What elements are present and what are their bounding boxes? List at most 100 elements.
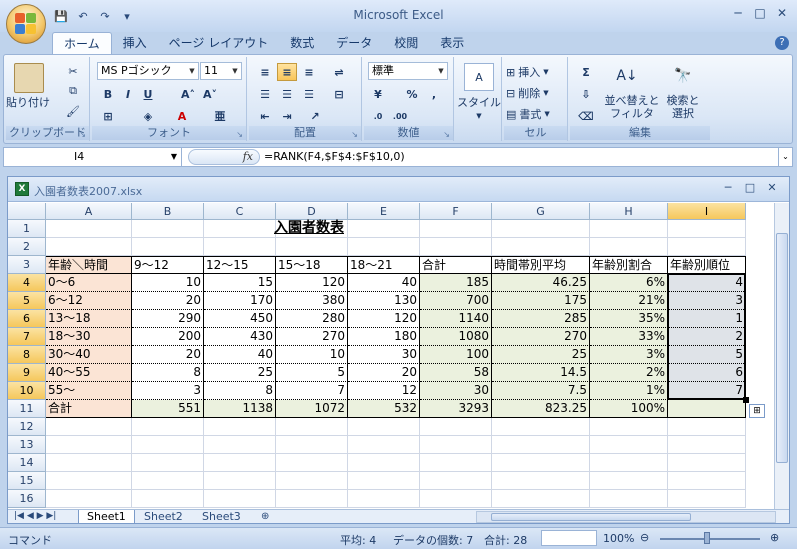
sheet-nav-icon[interactable]: |◀ ◀ ▶ ▶| <box>10 510 60 524</box>
cell[interactable] <box>46 418 132 436</box>
cell[interactable] <box>348 472 420 490</box>
cell[interactable] <box>204 490 276 508</box>
maximize-icon[interactable]: □ <box>749 4 771 22</box>
style-label[interactable]: スタイル <box>456 95 502 109</box>
cell[interactable] <box>492 436 590 454</box>
cell[interactable] <box>46 238 132 256</box>
orientation-button[interactable]: ↗ <box>305 107 325 125</box>
help-icon[interactable]: ? <box>775 36 789 50</box>
column-header-H[interactable]: H <box>590 203 668 220</box>
wrap-text-button[interactable]: ⇌ <box>329 63 349 81</box>
font-size-combo[interactable]: 11 ▼ <box>200 62 242 80</box>
column-header-G[interactable]: G <box>492 203 590 220</box>
percent-button[interactable]: % <box>402 85 422 103</box>
row-header-9[interactable]: 9 <box>8 364 46 382</box>
align-right-button[interactable]: ☰ <box>299 85 319 103</box>
cell[interactable] <box>590 418 668 436</box>
office-button[interactable] <box>6 4 46 44</box>
align-middle-button[interactable]: ≡ <box>277 63 297 81</box>
style-dropdown-icon[interactable]: ▼ <box>456 111 502 121</box>
zoom-level[interactable]: 100% <box>603 532 634 545</box>
number-launcher-icon[interactable]: ↘ <box>443 128 450 142</box>
fill-button[interactable]: ⇩ <box>576 85 596 103</box>
cell[interactable] <box>46 490 132 508</box>
insert-sheet-icon[interactable]: ⊕ <box>253 510 277 524</box>
row-header-2[interactable]: 2 <box>8 238 46 256</box>
find-select-button[interactable]: 検索と 選択 <box>660 93 706 121</box>
font-color-button[interactable]: A <box>172 107 192 125</box>
row-header-1[interactable]: 1 <box>8 220 46 238</box>
cell[interactable] <box>132 454 204 472</box>
row-header-4[interactable]: 4 <box>8 274 46 292</box>
cell[interactable] <box>132 472 204 490</box>
tab-4[interactable]: データ <box>325 32 383 54</box>
sort-filter-button[interactable]: 並べ替えと フィルタ <box>604 93 660 121</box>
increase-indent-button[interactable]: ⇥ <box>277 107 297 125</box>
cell[interactable] <box>420 472 492 490</box>
row-header-16[interactable]: 16 <box>8 490 46 508</box>
row-header-15[interactable]: 15 <box>8 472 46 490</box>
tab-6[interactable]: 表示 <box>429 32 475 54</box>
view-buttons[interactable] <box>541 530 597 546</box>
cell[interactable] <box>420 418 492 436</box>
column-header-F[interactable]: F <box>420 203 492 220</box>
column-header-D[interactable]: D <box>276 203 348 220</box>
sheet-tab-1[interactable]: Sheet1 <box>78 510 135 524</box>
zoom-out-icon[interactable]: ⊖ <box>640 531 649 544</box>
cell[interactable] <box>590 436 668 454</box>
cell[interactable] <box>46 454 132 472</box>
sheet-tab-3[interactable]: Sheet3 <box>194 510 249 524</box>
underline-button[interactable]: U <box>138 85 158 103</box>
cell[interactable] <box>276 472 348 490</box>
column-header-C[interactable]: C <box>204 203 276 220</box>
sort-filter-icon[interactable]: A↓ <box>612 63 642 89</box>
column-header-E[interactable]: E <box>348 203 420 220</box>
row-header-11[interactable]: 11 <box>8 400 46 418</box>
minimize-icon[interactable]: ─ <box>727 4 749 22</box>
name-box-dropdown-icon[interactable]: ▼ <box>171 148 177 166</box>
cell[interactable] <box>132 238 204 256</box>
cell[interactable] <box>276 418 348 436</box>
horizontal-scroll-thumb[interactable] <box>491 513 691 521</box>
cell[interactable] <box>204 238 276 256</box>
number-format-combo[interactable]: 標準 ▼ <box>368 62 448 80</box>
format-painter-icon[interactable]: 🖌 <box>64 103 82 119</box>
cell[interactable] <box>668 238 746 256</box>
cell[interactable] <box>420 490 492 508</box>
row-header-6[interactable]: 6 <box>8 310 46 328</box>
worksheet-grid[interactable]: A B C D E F G H I 1 2 3 4 5 6 7 8 9 10 11 12 13 14 15 16 入園者数表 年齢＼… <box>8 203 773 509</box>
cell[interactable] <box>668 436 746 454</box>
vertical-scroll-thumb[interactable] <box>776 233 788 463</box>
cell[interactable] <box>348 454 420 472</box>
cut-icon[interactable]: ✂ <box>64 63 82 79</box>
row-header-14[interactable]: 14 <box>8 454 46 472</box>
clear-button[interactable]: ⌫ <box>576 107 596 125</box>
format-cells-button[interactable]: ▤ 書式 ▼ <box>506 105 566 123</box>
cell[interactable] <box>420 238 492 256</box>
cell[interactable] <box>668 454 746 472</box>
cell[interactable] <box>276 436 348 454</box>
cell[interactable] <box>492 238 590 256</box>
align-bottom-button[interactable]: ≡ <box>299 63 319 81</box>
cell[interactable] <box>348 436 420 454</box>
cell[interactable] <box>46 220 132 238</box>
vertical-scrollbar[interactable] <box>774 203 789 509</box>
wb-close-icon[interactable]: ✕ <box>761 181 783 197</box>
cell[interactable] <box>46 472 132 490</box>
cell[interactable] <box>590 454 668 472</box>
cell[interactable] <box>276 490 348 508</box>
increase-decimal-button[interactable]: .0 <box>368 107 388 125</box>
cell[interactable] <box>420 454 492 472</box>
fill-color-button[interactable]: ◈ <box>138 107 158 125</box>
insert-function-button[interactable]: fx <box>188 149 260 165</box>
decrease-indent-button[interactable]: ⇤ <box>255 107 275 125</box>
cell[interactable] <box>492 220 590 238</box>
close-icon[interactable]: ✕ <box>771 4 793 22</box>
alignment-launcher-icon[interactable]: ↘ <box>351 128 358 142</box>
zoom-slider[interactable] <box>660 538 760 540</box>
cell[interactable] <box>668 472 746 490</box>
cell[interactable] <box>132 418 204 436</box>
cell[interactable] <box>46 436 132 454</box>
dialog-launcher-icon[interactable]: ↘ <box>79 128 86 142</box>
autosum-button[interactable]: Σ <box>576 63 596 81</box>
